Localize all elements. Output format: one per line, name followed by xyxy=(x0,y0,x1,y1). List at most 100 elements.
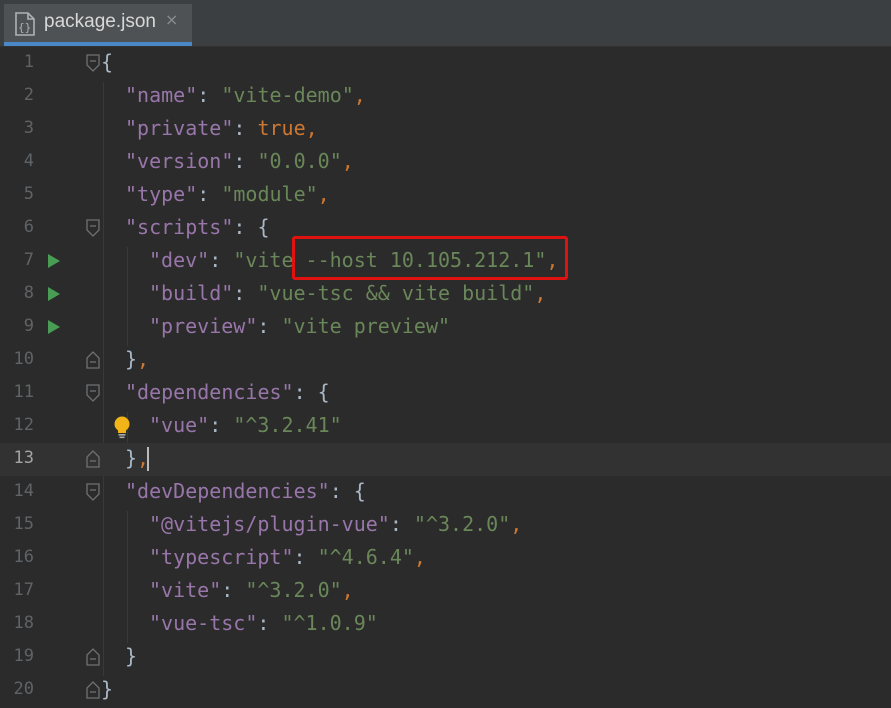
code-token: "vite" xyxy=(149,578,222,602)
code-token: } xyxy=(125,347,138,371)
code-token: , xyxy=(353,83,366,107)
code-token: "scripts" xyxy=(125,215,234,239)
code-token: "preview" xyxy=(149,314,258,338)
code-line[interactable]: 3 "private": true, xyxy=(0,113,891,146)
code-text[interactable]: "devDependencies": { xyxy=(125,479,366,503)
code-token: "vite-demo" xyxy=(221,83,354,107)
code-line[interactable]: 18 "vue-tsc": "^1.0.9" xyxy=(0,608,891,641)
code-token: : xyxy=(209,413,234,437)
code-token: "type" xyxy=(125,182,198,206)
code-text[interactable]: "vue": "^3.2.41" xyxy=(149,413,342,437)
code-text[interactable]: "dependencies": { xyxy=(125,380,330,404)
code-text[interactable]: "name": "vite-demo", xyxy=(125,83,366,107)
code-token: : { xyxy=(233,215,270,239)
code-line[interactable]: 10}, xyxy=(0,344,891,377)
code-line[interactable]: 1{ xyxy=(0,47,891,80)
run-script-icon[interactable] xyxy=(47,253,61,273)
code-text[interactable]: "version": "0.0.0", xyxy=(125,149,354,173)
tab-title[interactable]: package.json xyxy=(44,11,156,33)
code-text[interactable]: "@vitejs/plugin-vue": "^3.2.0", xyxy=(149,512,522,536)
code-token: "version" xyxy=(125,149,234,173)
fold-collapse-icon[interactable] xyxy=(86,219,100,241)
line-number: 1 xyxy=(23,52,34,72)
code-token: true xyxy=(257,116,306,140)
code-token: , xyxy=(534,281,547,305)
code-token: } xyxy=(125,446,138,470)
code-token: : { xyxy=(293,380,330,404)
code-line[interactable]: 5 "type": "module", xyxy=(0,179,891,212)
json-file-icon: {} xyxy=(14,12,36,40)
code-line[interactable]: 12 "vue": "^3.2.41" xyxy=(0,410,891,443)
code-token: } xyxy=(125,644,138,668)
code-token: "module" xyxy=(221,182,318,206)
code-line[interactable]: 16 "typescript": "^4.6.4", xyxy=(0,542,891,575)
code-line[interactable]: 15 "@vitejs/plugin-vue": "^3.2.0", xyxy=(0,509,891,542)
line-number: 20 xyxy=(13,679,34,699)
code-line[interactable]: 13}, xyxy=(0,443,891,476)
code-token: : xyxy=(233,149,258,173)
close-icon[interactable]: × xyxy=(165,10,178,29)
code-token: "vue-tsc && vite build" xyxy=(257,281,535,305)
fold-end-icon[interactable] xyxy=(86,351,100,373)
fold-end-icon[interactable] xyxy=(86,648,100,670)
code-text[interactable]: "build": "vue-tsc && vite build", xyxy=(149,281,546,305)
code-text[interactable]: "scripts": { xyxy=(125,215,270,239)
code-token: "dependencies" xyxy=(125,380,294,404)
code-line[interactable]: 17 "vite": "^3.2.0", xyxy=(0,575,891,608)
code-line[interactable]: 20} xyxy=(0,674,891,707)
code-line[interactable]: 19} xyxy=(0,641,891,674)
code-text[interactable]: }, xyxy=(125,446,149,470)
code-text[interactable]: "typescript": "^4.6.4", xyxy=(149,545,426,569)
code-token: "@vitejs/plugin-vue" xyxy=(149,512,390,536)
line-number: 15 xyxy=(13,514,34,534)
fold-end-icon[interactable] xyxy=(86,450,100,472)
code-text[interactable]: }, xyxy=(125,347,149,371)
fold-collapse-icon[interactable] xyxy=(86,384,100,406)
line-number: 19 xyxy=(13,646,34,666)
code-line[interactable]: 11 "dependencies": { xyxy=(0,377,891,410)
lightbulb-icon[interactable] xyxy=(112,415,132,443)
code-token: "dev" xyxy=(149,248,210,272)
code-token: , xyxy=(305,116,318,140)
code-token: : xyxy=(221,578,246,602)
code-token: "^3.2.41" xyxy=(233,413,342,437)
code-token: "^3.2.0" xyxy=(245,578,342,602)
code-text[interactable]: "preview": "vite preview" xyxy=(149,314,450,338)
code-text[interactable]: "vue-tsc": "^1.0.9" xyxy=(149,611,378,635)
code-text[interactable]: "type": "module", xyxy=(125,182,330,206)
line-number: 4 xyxy=(23,151,34,171)
fold-collapse-icon[interactable] xyxy=(86,483,100,505)
fold-end-icon[interactable] xyxy=(86,681,100,703)
code-line[interactable]: 2 "name": "vite-demo", xyxy=(0,80,891,113)
code-token: : xyxy=(233,281,258,305)
code-token: "name" xyxy=(125,83,198,107)
code-token: "devDependencies" xyxy=(125,479,330,503)
line-number: 13 xyxy=(13,448,34,468)
code-text[interactable]: } xyxy=(125,644,137,668)
svg-text:{}: {} xyxy=(18,21,31,34)
run-script-icon[interactable] xyxy=(47,319,61,339)
code-token: , xyxy=(317,182,330,206)
code-token: "^3.2.0" xyxy=(413,512,511,536)
code-token: "build" xyxy=(149,281,234,305)
code-text[interactable]: { xyxy=(101,50,113,74)
run-script-icon[interactable] xyxy=(47,286,61,306)
code-token: "typescript" xyxy=(149,545,294,569)
code-editor[interactable]: 1{2 "name": "vite-demo", 3 "private": true,… xyxy=(0,47,891,708)
code-line[interactable]: 4 "version": "0.0.0", xyxy=(0,146,891,179)
code-token: "vue" xyxy=(149,413,210,437)
code-line[interactable]: 14 "devDependencies": { xyxy=(0,476,891,509)
line-number: 5 xyxy=(23,184,34,204)
fold-collapse-icon[interactable] xyxy=(86,54,100,76)
code-text[interactable]: "vite": "^3.2.0", xyxy=(149,578,354,602)
code-token: : xyxy=(197,83,222,107)
code-token: { xyxy=(101,50,114,74)
code-line[interactable]: 9 "preview": "vite preview" xyxy=(0,311,891,344)
code-text[interactable]: } xyxy=(101,677,113,701)
line-number: 16 xyxy=(13,547,34,567)
code-text[interactable]: "private": true, xyxy=(125,116,318,140)
red-highlight-annotation xyxy=(292,236,568,280)
code-token: "^1.0.9" xyxy=(281,611,378,635)
code-line[interactable]: 8 "build": "vue-tsc && vite build", xyxy=(0,278,891,311)
code-token: , xyxy=(341,578,354,602)
